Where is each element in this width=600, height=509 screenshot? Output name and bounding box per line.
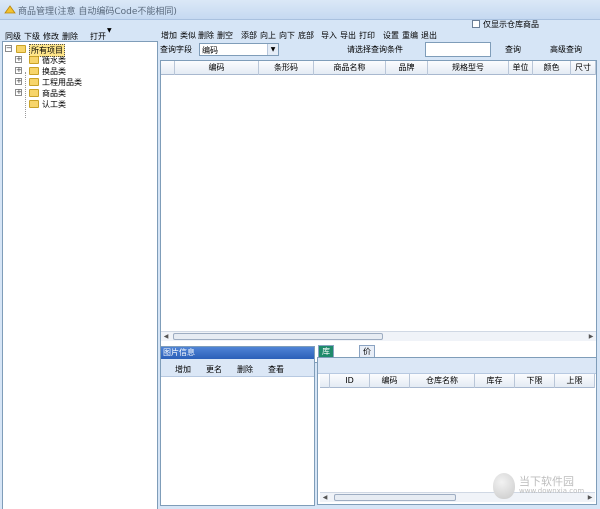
only-warehouse-checkbox[interactable] [472, 20, 480, 28]
image-panel: 图片信息 增加 更名 删除 查看 [160, 346, 315, 506]
add-button[interactable]: 增加 [161, 30, 177, 41]
product-grid[interactable]: 编码 条形码 商品名称 品牌 规格型号 单位 颜色 尺寸 ◀ ▶ [160, 60, 597, 363]
column-header[interactable]: 尺寸 [571, 61, 596, 75]
column-header[interactable]: 规格型号 [428, 61, 509, 75]
column-header[interactable]: ID [330, 374, 370, 388]
scroll-thumb[interactable] [334, 494, 456, 501]
move-top-button[interactable]: 添部 [241, 30, 257, 41]
renumber-button[interactable]: 重编 [402, 30, 418, 41]
import-button[interactable]: 导入 [321, 30, 337, 41]
expand-icon[interactable]: + [15, 56, 22, 63]
dropdown-caret-icon: ▼ [107, 27, 112, 34]
search-button[interactable]: 查询 [505, 44, 521, 55]
settings-button[interactable]: 设置 [383, 30, 399, 41]
query-row: 查询字段 编码 ▼ 请选择查询条件 查询 高级查询 [160, 42, 600, 58]
column-header[interactable]: 库存 [475, 374, 515, 388]
scroll-thumb[interactable] [173, 333, 383, 340]
collapse-icon[interactable]: − [5, 45, 12, 52]
exit-button[interactable]: 退出 [421, 30, 437, 41]
tab-stock-info[interactable]: 库存信息 [318, 345, 334, 392]
delete-button[interactable]: 删除 [198, 30, 214, 41]
tree-item-label: 商品类 [42, 89, 66, 98]
tree-item-label: 工程用品类 [42, 78, 82, 87]
column-header[interactable]: 单位 [509, 61, 533, 75]
watermark-url: www.downxia.com [519, 487, 585, 495]
image-view-button[interactable]: 查看 [268, 364, 284, 375]
grid-header: 编码 条形码 商品名称 品牌 规格型号 单位 颜色 尺寸 [161, 61, 596, 75]
column-header[interactable]: 仓库名称 [410, 374, 475, 388]
app-icon [4, 5, 16, 14]
move-down-button[interactable]: 向下 [279, 30, 295, 41]
expand-icon[interactable]: + [15, 67, 22, 74]
image-panel-title: 图片信息 [161, 347, 314, 359]
scroll-right-icon[interactable]: ▶ [586, 332, 596, 341]
watermark-logo-icon [493, 473, 515, 499]
move-bottom-button[interactable]: 底部 [298, 30, 314, 41]
only-warehouse-label: 仅显示仓库商品 [483, 20, 539, 29]
tab-price-info[interactable]: 价格信息 [359, 345, 375, 392]
row-indicator-header [320, 374, 330, 388]
horizontal-scrollbar[interactable]: ◀ ▶ [161, 331, 596, 341]
folder-icon [29, 78, 39, 86]
column-header[interactable]: 编码 [175, 61, 259, 75]
tree-item-label: 认工类 [42, 100, 66, 109]
column-header[interactable]: 品牌 [386, 61, 428, 75]
export-button[interactable]: 导出 [340, 30, 356, 41]
image-rename-button[interactable]: 更名 [206, 364, 222, 375]
column-header[interactable]: 上限 [555, 374, 595, 388]
main-frame: 同级 下级 修改 删除 ▼ 打开 − 所有项目 + 循水类 + 换品类 + 工程… [0, 20, 600, 509]
folder-icon [29, 67, 39, 75]
move-up-button[interactable]: 向上 [260, 30, 276, 41]
print-button[interactable]: 打印 [359, 30, 375, 41]
column-header[interactable]: 编码 [370, 374, 410, 388]
query-field-label: 查询字段 [160, 45, 192, 54]
window-title: 商品管理(注意 自动编码Code不能相同) [18, 7, 177, 17]
category-tree[interactable]: − 所有项目 + 循水类 + 换品类 + 工程用品类 + 商品类 认工类 [2, 41, 158, 509]
image-delete-button[interactable]: 删除 [237, 364, 253, 375]
image-toolbar: 增加 更名 删除 查看 [161, 359, 314, 377]
tree-item-label: 换品类 [42, 67, 66, 76]
column-header[interactable]: 下限 [515, 374, 555, 388]
column-header[interactable]: 商品名称 [314, 61, 386, 75]
expand-icon[interactable]: + [15, 78, 22, 85]
query-input[interactable] [425, 42, 491, 57]
clear-button[interactable]: 删空 [217, 30, 233, 41]
folder-icon [29, 56, 39, 64]
column-header[interactable]: 条形码 [259, 61, 314, 75]
stock-grid-header: ID 编码 仓库名称 库存 下限 上限 [320, 374, 595, 388]
query-field-value: 编码 [202, 46, 218, 55]
similar-button[interactable]: 类似 [180, 30, 196, 41]
chevron-down-icon[interactable]: ▼ [267, 44, 278, 55]
row-indicator-header [161, 61, 175, 75]
scroll-left-icon[interactable]: ◀ [320, 493, 330, 502]
title-bar: 商品管理(注意 自动编码Code不能相同) [0, 0, 600, 20]
query-hint: 请选择查询条件 [347, 45, 403, 54]
expand-icon[interactable]: + [15, 89, 22, 96]
query-field-select[interactable]: 编码 ▼ [199, 43, 279, 56]
folder-icon [29, 100, 39, 108]
stock-toolbar [318, 358, 596, 374]
watermark: 当下软件园 www.downxia.com [493, 470, 597, 506]
advanced-search-button[interactable]: 高级查询 [550, 44, 582, 55]
image-add-button[interactable]: 增加 [175, 364, 191, 375]
column-header[interactable]: 颜色 [533, 61, 571, 75]
main-toolbar: 增加 类似 删除 删空 添部 向上 向下 底部 导入 导出 打印 设置 重编 退… [160, 30, 600, 42]
tree-item-label: 循水类 [42, 56, 66, 65]
folder-open-icon [16, 45, 26, 53]
folder-icon [29, 89, 39, 97]
scroll-left-icon[interactable]: ◀ [161, 332, 171, 341]
